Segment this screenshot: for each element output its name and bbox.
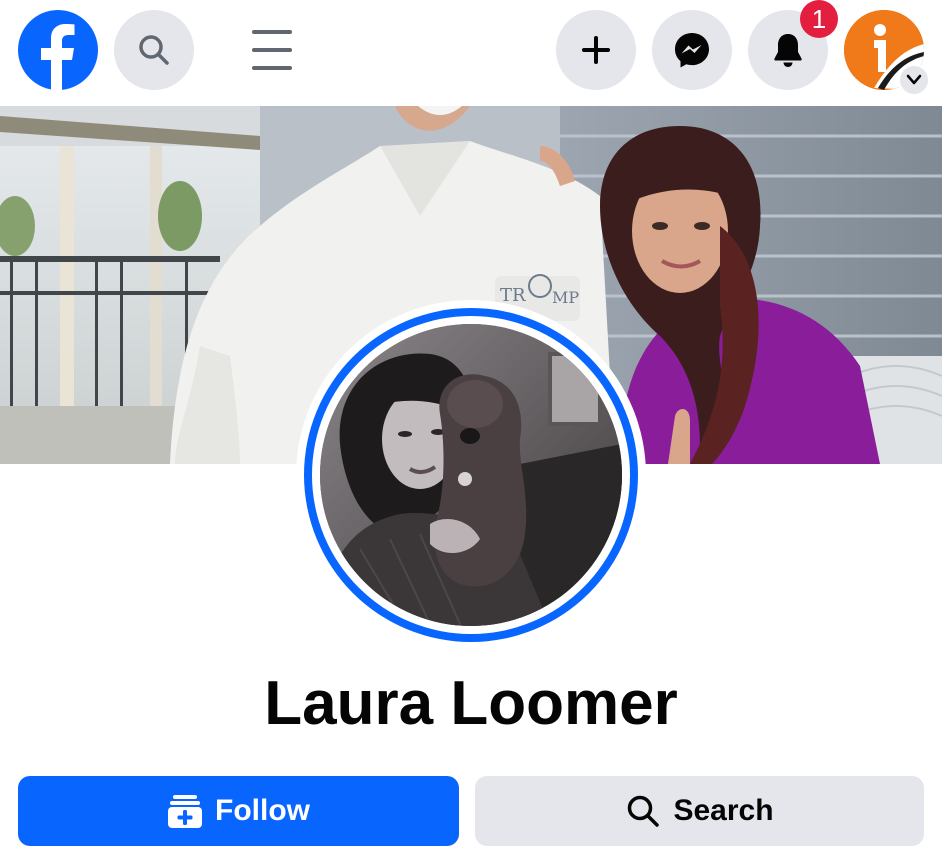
search-icon [139, 35, 169, 65]
plus-icon [582, 36, 610, 64]
messenger-icon [675, 33, 709, 68]
follow-button-label: Follow [215, 794, 310, 827]
account-menu-button[interactable] [898, 64, 930, 96]
bell-icon [774, 34, 802, 67]
hamburger-menu-icon [252, 30, 292, 70]
top-navigation-bar: 1 [0, 0, 942, 106]
follow-plus-icon [167, 793, 203, 829]
profile-picture[interactable] [320, 324, 622, 626]
search-profile-button[interactable]: Search [475, 776, 924, 846]
search-button[interactable] [114, 10, 194, 90]
menu-button[interactable] [248, 28, 296, 72]
facebook-logo-icon[interactable] [18, 10, 98, 90]
profile-name: Laura Loomer [264, 669, 678, 738]
search-button-label: Search [673, 794, 774, 827]
create-button[interactable] [556, 10, 636, 90]
svg-text:MP: MP [552, 288, 579, 307]
notification-count-badge: 1 [800, 0, 838, 38]
profile-picture-ring [296, 300, 646, 650]
messenger-button[interactable] [652, 10, 732, 90]
search-icon [625, 793, 661, 829]
follow-button[interactable]: Follow [18, 776, 459, 846]
chevron-down-icon [906, 74, 922, 85]
